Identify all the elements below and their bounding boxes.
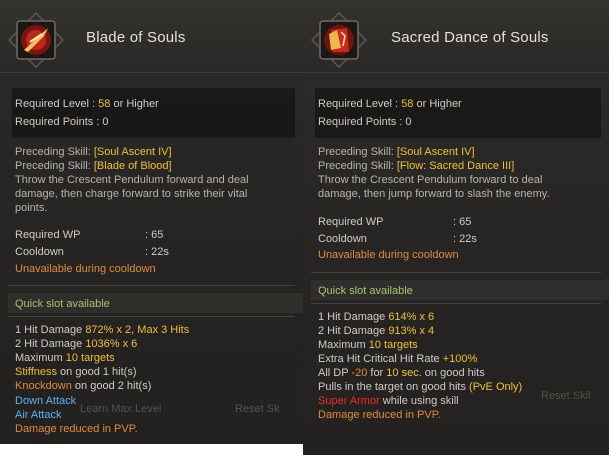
skill-description-3: points. <box>15 202 48 214</box>
knockdown-effect: Knockdown on good 2 hit(s) <box>15 380 152 392</box>
background-learn-max-level: Learn Max Level <box>80 403 162 415</box>
cooldown-label: Cooldown <box>318 233 367 245</box>
required-wp-value: : 65 <box>453 216 472 228</box>
quick-slot-available: Quick slot available <box>318 285 413 297</box>
skill-description-2: damage, then jump forward to slash the e… <box>318 188 550 200</box>
pull-in-effect: Pulls in the target on good hits (PvE On… <box>318 381 523 393</box>
skill-title: Blade of Souls <box>86 29 186 46</box>
super-armor-effect: Super Armor while using skill <box>318 395 459 407</box>
down-attack: Down Attack <box>15 395 77 407</box>
required-points: Required Points : 0 <box>15 116 109 128</box>
extra-hit-critical-rate: Extra Hit Critical Hit Rate +100% <box>318 353 478 365</box>
cooldown-warning: Unavailable during cooldown <box>15 263 156 275</box>
divider <box>8 285 295 286</box>
preceding-skill-2: Preceding Skill: [Blade of Blood] <box>15 160 172 172</box>
required-wp-value: : 65 <box>145 229 164 241</box>
maximum-targets: Maximum 10 targets <box>318 339 418 351</box>
air-attack: Air Attack <box>15 409 62 421</box>
preceding-skill-2: Preceding Skill: [Flow: Sacred Dance III… <box>318 160 515 172</box>
maximum-targets: Maximum 10 targets <box>15 352 115 364</box>
hit-1-damage: 1 Hit Damage 614% x 6 <box>318 311 435 323</box>
cooldown-warning: Unavailable during cooldown <box>318 249 459 261</box>
preceding-skill-1: Preceding Skill: [Soul Ascent IV] <box>318 146 475 158</box>
sacred-dance-of-souls-skill-icon <box>311 12 367 68</box>
tooltip-header: Blade of Souls <box>0 0 303 73</box>
dp-reduction: All DP -20 for 10 sec. on good hits <box>318 367 485 379</box>
required-level: Required Level : 58 or Higher <box>318 98 462 110</box>
preceding-skill-1: Preceding Skill: [Soul Ascent IV] <box>15 146 172 158</box>
divider <box>311 272 601 273</box>
background-reset-skill: Reset Skil <box>541 390 591 402</box>
required-wp-label: Required WP <box>318 216 384 228</box>
hit-2-damage: 2 Hit Damage 1036% x 6 <box>15 338 138 350</box>
requirements-box <box>12 88 295 138</box>
pvp-damage-note: Damage reduced in PVP. <box>318 409 441 421</box>
cooldown-value: : 22s <box>145 246 169 258</box>
quick-slot-available: Quick slot available <box>15 298 110 310</box>
blade-of-souls-skill-icon <box>8 12 64 68</box>
divider <box>8 316 295 317</box>
required-points: Required Points : 0 <box>318 116 412 128</box>
required-wp-label: Required WP <box>15 229 81 241</box>
skill-title: Sacred Dance of Souls <box>391 29 549 46</box>
skill-tooltip-sacred-dance-of-souls: Sacred Dance of Souls Required Level : 5… <box>303 0 609 455</box>
divider <box>311 303 601 304</box>
pvp-damage-note: Damage reduced in PVP. <box>15 423 138 435</box>
tooltip-header: Sacred Dance of Souls <box>303 0 609 73</box>
required-level: Required Level : 58 or Higher <box>15 98 159 110</box>
stiffness-effect: Stiffness on good 1 hit(s) <box>15 366 137 378</box>
skill-description-2: damage, then charge forward to strike th… <box>15 188 248 200</box>
cooldown-value: : 22s <box>453 233 477 245</box>
background-reset-skill: Reset Sk <box>235 403 280 415</box>
skill-description-1: Throw the Crescent Pendulum forward and … <box>15 174 249 186</box>
hit-1-damage: 1 Hit Damage 872% x 2, Max 3 Hits <box>15 324 190 336</box>
skill-tooltip-blade-of-souls: Blade of Souls Required Level : 58 or Hi… <box>0 0 303 444</box>
skill-description-1: Throw the Crescent Pendulum forward to d… <box>318 174 543 186</box>
requirements-box <box>315 88 601 138</box>
hit-2-damage: 2 Hit Damage 913% x 4 <box>318 325 435 337</box>
cooldown-label: Cooldown <box>15 246 64 258</box>
